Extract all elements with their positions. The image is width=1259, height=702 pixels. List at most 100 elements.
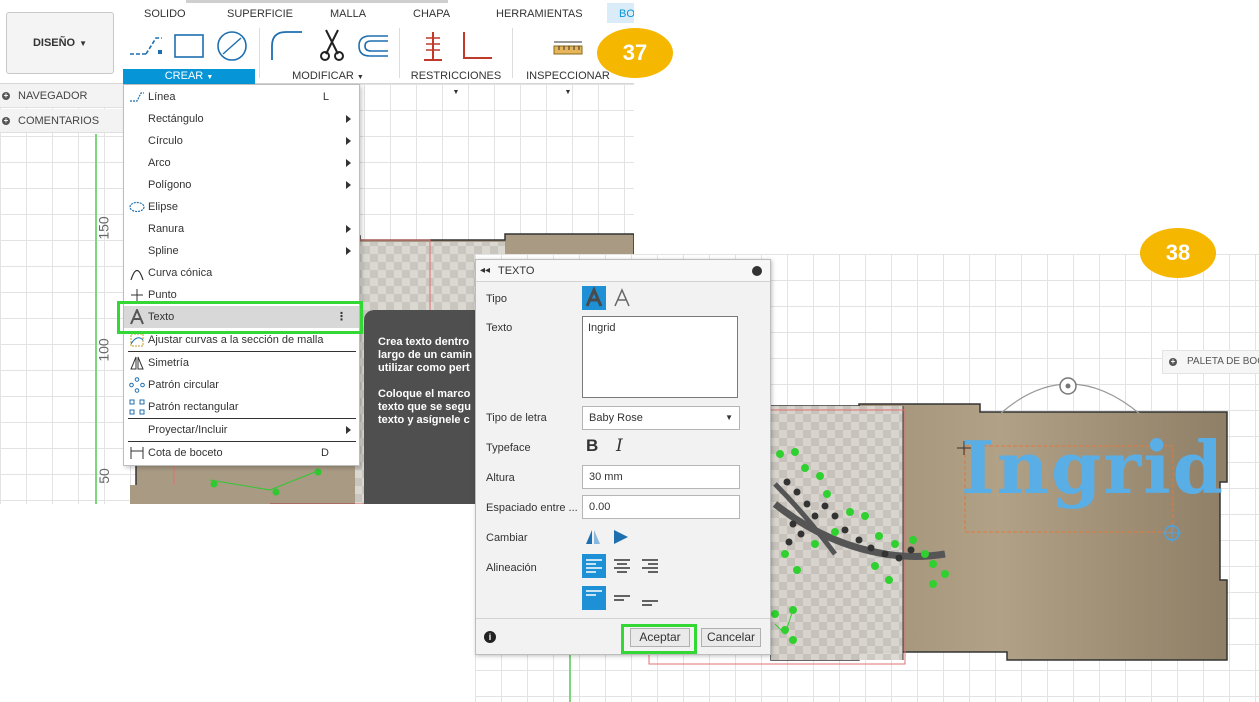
menu-item-label: Ajustar curvas a la sección de malla bbox=[148, 334, 324, 346]
menu-item-label: Patrón circular bbox=[148, 379, 219, 391]
tab-herramientas[interactable]: HERRAMIENTAS bbox=[496, 8, 583, 20]
modificar-group-button[interactable]: MODIFICAR ▼ bbox=[286, 69, 370, 84]
toolbar-separator bbox=[399, 28, 400, 78]
canvas-text-ingrid[interactable]: Ingrid bbox=[961, 432, 1225, 504]
design-workspace-button[interactable]: DISEÑO ▼ bbox=[6, 12, 114, 74]
font-select[interactable]: Baby Rose ▼ bbox=[582, 406, 740, 430]
align-middle-button[interactable] bbox=[610, 586, 634, 610]
bold-button[interactable]: B bbox=[586, 436, 598, 456]
comments-label: COMENTARIOS bbox=[18, 115, 100, 127]
submenu-arrow-icon bbox=[346, 225, 351, 233]
offset-tool-icon[interactable] bbox=[356, 32, 390, 60]
menu-item-linea[interactable]: Línea L bbox=[124, 86, 359, 108]
texto-dialog: ◂◂ TEXTO Tipo Texto Ingrid Tipo de letra… bbox=[475, 259, 771, 655]
expand-plus-icon[interactable]: + bbox=[2, 92, 10, 100]
modificar-group-label: MODIFICAR bbox=[292, 70, 354, 82]
menu-item-patron-rectangular[interactable]: Patrón rectangular bbox=[124, 396, 359, 418]
menu-item-ranura[interactable]: Ranura bbox=[124, 218, 359, 240]
menu-item-label: Polígono bbox=[148, 179, 192, 191]
perpendicular-constraint-icon[interactable] bbox=[458, 30, 494, 62]
navigator-label: NAVEGADOR bbox=[18, 90, 88, 102]
menu-item-patron-circular[interactable]: Patrón circular bbox=[124, 374, 359, 396]
fillet-tool-icon[interactable] bbox=[268, 28, 304, 62]
accept-highlight-box bbox=[621, 624, 697, 654]
menu-item-rectangulo[interactable]: Rectángulo bbox=[124, 108, 359, 130]
align-label: Alineación bbox=[486, 562, 537, 574]
ellipse-icon bbox=[129, 201, 145, 213]
align-left-button[interactable] bbox=[582, 554, 606, 578]
mirror-icon bbox=[130, 356, 144, 370]
crear-group-button[interactable]: CREAR ▼ bbox=[123, 69, 255, 84]
circular-pattern-icon bbox=[129, 377, 145, 393]
conic-curve-icon bbox=[130, 269, 144, 281]
chevron-down-icon: ▼ bbox=[452, 89, 460, 96]
ruler-tick-50: 50 bbox=[95, 468, 112, 484]
inspeccionar-group-label: INSPECCIONAR bbox=[526, 70, 610, 82]
align-bottom-icon bbox=[642, 600, 658, 606]
height-input[interactable]: 30 mm bbox=[582, 465, 740, 489]
text-type-path-button[interactable] bbox=[610, 286, 634, 310]
minimize-icon[interactable] bbox=[752, 266, 762, 276]
align-top-icon bbox=[586, 590, 602, 596]
spacing-label: Espaciado entre ... bbox=[486, 502, 578, 514]
expand-plus-icon[interactable]: + bbox=[1169, 358, 1177, 366]
measure-ruler-icon[interactable] bbox=[552, 38, 584, 58]
menu-item-label: Simetría bbox=[148, 357, 189, 369]
align-center-button[interactable] bbox=[610, 554, 634, 578]
menu-item-spline[interactable]: Spline bbox=[124, 240, 359, 262]
sketch-palette-button[interactable]: + PALETA DE BOC bbox=[1162, 350, 1259, 374]
chevron-down-icon: ▼ bbox=[725, 413, 733, 422]
toolbar-separator bbox=[259, 28, 260, 78]
height-label: Altura bbox=[486, 472, 515, 484]
spacing-input[interactable]: 0.00 bbox=[582, 495, 740, 519]
browser-comments[interactable]: + COMENTARIOS bbox=[0, 109, 124, 133]
coincident-constraint-icon[interactable] bbox=[422, 30, 444, 62]
align-bottom-button[interactable] bbox=[638, 586, 662, 610]
tab-chapa[interactable]: CHAPA bbox=[413, 8, 450, 20]
menu-item-arco[interactable]: Arco bbox=[124, 152, 359, 174]
info-icon[interactable]: i bbox=[484, 631, 496, 643]
menu-item-label: Círculo bbox=[148, 135, 183, 147]
line-tool-icon[interactable] bbox=[128, 30, 164, 60]
submenu-arrow-icon bbox=[346, 247, 351, 255]
menu-item-proyectar-incluir[interactable]: Proyectar/Incluir bbox=[124, 419, 359, 441]
collapse-double-arrow-icon[interactable]: ◂◂ bbox=[480, 260, 490, 282]
scissors-icon[interactable] bbox=[316, 28, 348, 62]
fit-curves-icon bbox=[130, 333, 144, 347]
texto-highlight-box bbox=[117, 301, 363, 334]
menu-item-circulo[interactable]: Círculo bbox=[124, 130, 359, 152]
browser-navigator[interactable]: + NAVEGADOR bbox=[0, 84, 124, 108]
rectangle-tool-icon[interactable] bbox=[172, 32, 206, 60]
chevron-down-icon: ▼ bbox=[564, 89, 572, 96]
inspeccionar-group-button[interactable]: INSPECCIONAR ▼ bbox=[522, 69, 614, 96]
text-type-normal-button[interactable] bbox=[582, 286, 606, 310]
menu-item-elipse[interactable]: Elipse bbox=[124, 196, 359, 218]
chevron-down-icon: ▼ bbox=[79, 38, 88, 48]
expand-plus-icon[interactable]: + bbox=[2, 117, 10, 125]
ruler-tick-150: 150 bbox=[95, 216, 112, 240]
texto-textarea[interactable]: Ingrid bbox=[582, 316, 738, 398]
menu-item-poligono[interactable]: Polígono bbox=[124, 174, 359, 196]
flip-horizontal-icon[interactable] bbox=[584, 528, 602, 546]
cancel-button[interactable]: Cancelar bbox=[701, 628, 761, 647]
dialog-title: TEXTO bbox=[498, 265, 535, 277]
tab-superficie[interactable]: SUPERFICIE bbox=[227, 8, 293, 20]
tab-solido[interactable]: SOLIDO bbox=[144, 8, 186, 20]
flip-vertical-icon[interactable] bbox=[612, 528, 630, 546]
menu-item-simetria[interactable]: Simetría bbox=[124, 352, 359, 374]
dialog-header[interactable]: ◂◂ TEXTO bbox=[476, 260, 770, 282]
italic-button[interactable]: I bbox=[616, 436, 623, 456]
chevron-down-icon: ▼ bbox=[206, 74, 214, 81]
menu-item-label: Patrón rectangular bbox=[148, 401, 239, 413]
menu-item-cota-boceto[interactable]: Cota de boceto D bbox=[124, 442, 359, 464]
align-top-button[interactable] bbox=[582, 586, 606, 610]
restricciones-group-button[interactable]: RESTRICCIONES ▼ bbox=[408, 69, 504, 96]
align-right-button[interactable] bbox=[638, 554, 662, 578]
menu-item-curva-conica[interactable]: Curva cónica bbox=[124, 262, 359, 284]
tab-boceto[interactable]: BO bbox=[607, 3, 634, 23]
submenu-arrow-icon bbox=[346, 159, 351, 167]
tab-malla[interactable]: MALLA bbox=[330, 8, 366, 20]
align-right-icon bbox=[642, 559, 658, 573]
menu-item-label: Rectángulo bbox=[148, 113, 204, 125]
circle-tool-icon[interactable] bbox=[215, 30, 249, 62]
